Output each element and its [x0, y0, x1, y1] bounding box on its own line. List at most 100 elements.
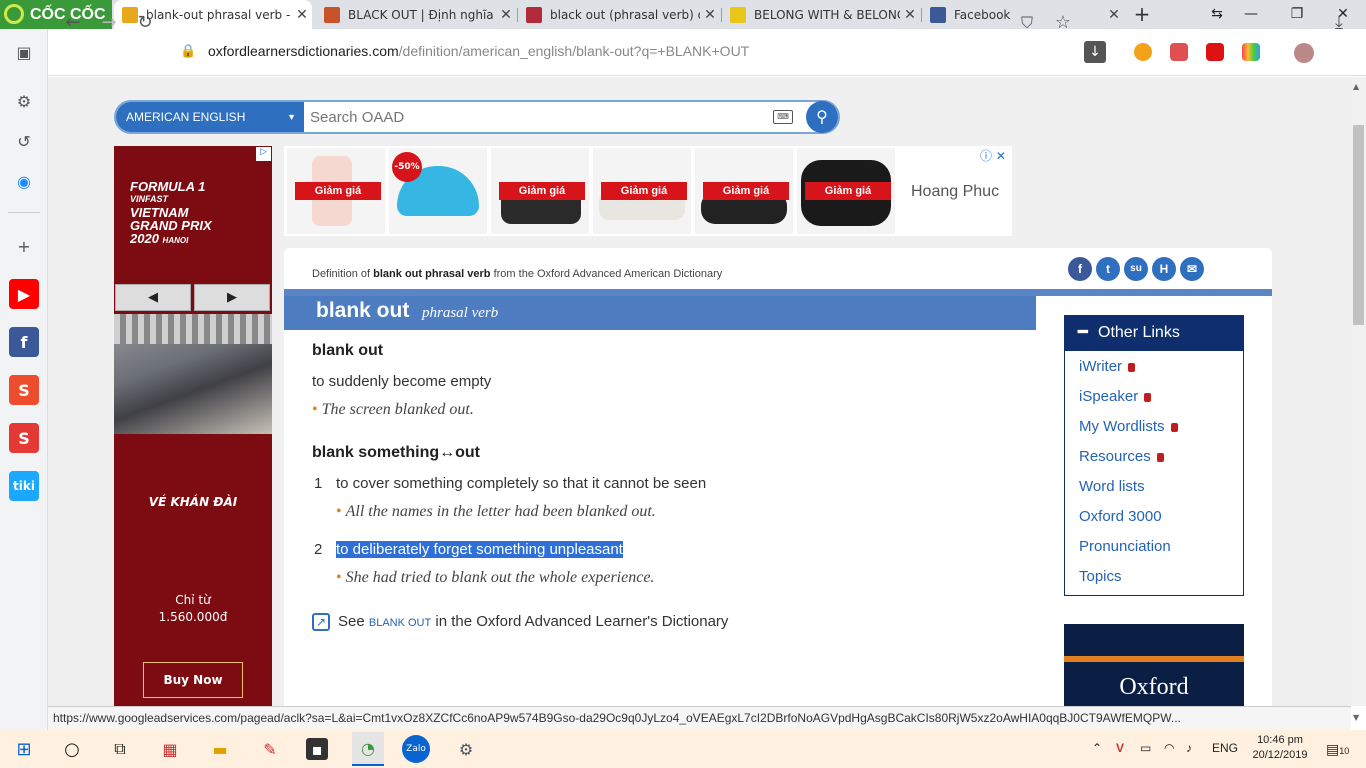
ad-next-button[interactable]: ▶	[194, 284, 270, 311]
discount-badge: -50%	[392, 152, 422, 182]
oxford-dictionary-ad[interactable]: Oxford	[1064, 624, 1244, 708]
language-indicator[interactable]: ENG	[1212, 741, 1238, 755]
messenger-icon[interactable]: ◉	[9, 166, 39, 196]
close-tab-icon[interactable]: ✕	[292, 7, 312, 23]
extension-red-icon[interactable]	[1206, 43, 1224, 61]
link-resources[interactable]: Resources	[1079, 448, 1164, 465]
facebook-favicon-icon	[930, 6, 946, 23]
extension-coccoc-icon[interactable]	[1134, 43, 1152, 61]
tab-belong-with[interactable]: BELONG WITH & BELONG T ✕	[722, 0, 920, 29]
search-button[interactable]: ⚲	[806, 101, 838, 133]
sidebar-toggle-icon[interactable]: ▣	[9, 37, 39, 67]
address-bar[interactable]: oxfordlearnersdictionaries.com/definitio…	[208, 43, 749, 59]
task-view-icon[interactable]: ⧉	[106, 735, 134, 763]
shopee-icon[interactable]: S	[9, 375, 39, 405]
downloads-icon[interactable]: ⤓	[1324, 8, 1354, 38]
minimize-button[interactable]: —	[1228, 0, 1274, 29]
close-tab-icon[interactable]: ✕	[1104, 7, 1124, 23]
share-stumbleupon-icon[interactable]: su	[1124, 257, 1148, 281]
show-hidden-icons[interactable]: ⌃	[1092, 741, 1102, 755]
ad-info-close-icon[interactable]: ⓘ ✕	[980, 147, 1006, 164]
sticky-notes-icon[interactable]: ▪	[306, 738, 328, 760]
back-arrow-icon[interactable]: ←	[58, 8, 88, 38]
tab-title: blank-out phrasal verb - De	[146, 7, 292, 22]
other-links-title: Other Links	[1098, 324, 1180, 341]
add-shortcut-icon[interactable]: +	[9, 231, 39, 261]
product-sneaker-white[interactable]: Giảm giá	[593, 148, 691, 234]
cortana-search-icon[interactable]: ○	[58, 735, 86, 763]
share-twitter-icon[interactable]: t	[1096, 257, 1120, 281]
see-also-link[interactable]: BLANK OUT	[369, 617, 431, 629]
download-page-icon[interactable]: ↓	[1084, 41, 1106, 63]
app-icon[interactable]: ⚙	[452, 735, 480, 763]
app-store-icon[interactable]: ▦	[156, 735, 184, 763]
share-email-icon[interactable]: ✉	[1180, 257, 1204, 281]
page-scrollbar[interactable]	[1351, 77, 1366, 706]
close-tab-icon[interactable]: ✕	[900, 7, 920, 23]
unikey-icon[interactable]: V	[1116, 741, 1124, 755]
coccoc-taskbar-icon[interactable]: ◔	[352, 732, 384, 766]
buy-now-button[interactable]: Buy Now	[143, 662, 243, 698]
wifi-icon[interactable]: ◠	[1164, 741, 1174, 755]
bookmark-star-icon[interactable]: ☆	[1048, 8, 1078, 38]
battery-icon[interactable]: ▭	[1140, 741, 1151, 755]
close-tab-icon[interactable]: ✕	[496, 7, 516, 23]
adchoices-icon[interactable]: ▷	[256, 147, 271, 161]
file-explorer-icon[interactable]: ▬	[206, 735, 234, 763]
link-ispeaker[interactable]: iSpeaker	[1079, 388, 1152, 405]
product-sneaker-black[interactable]: Giảm giá	[491, 148, 589, 234]
scroll-up-icon[interactable]: ▲	[1353, 82, 1359, 91]
link-topics[interactable]: Topics	[1079, 568, 1122, 585]
shield-icon[interactable]: ⛉	[1012, 8, 1042, 38]
facebook-icon[interactable]: f	[9, 327, 39, 357]
sense-2b-definition[interactable]: to deliberately forget something unpleas…	[336, 541, 623, 558]
volume-icon[interactable]: ♪	[1186, 741, 1192, 755]
history-icon[interactable]: ↺	[9, 126, 39, 156]
external-link-icon[interactable]: ↗	[312, 613, 330, 631]
product-boots[interactable]: Giảm giá	[287, 148, 385, 234]
dictionary-select[interactable]: AMERICAN ENGLISH ▼	[116, 102, 304, 132]
share-facebook-icon[interactable]: f	[1068, 257, 1092, 281]
ad-prev-button[interactable]: ◀	[115, 284, 191, 311]
scrollbar-thumb[interactable]	[1353, 125, 1364, 325]
notification-center-icon[interactable]: ▤10	[1326, 741, 1349, 758]
ad-stripe	[1064, 656, 1244, 662]
link-word-lists[interactable]: Word lists	[1079, 478, 1145, 495]
search-input[interactable]	[310, 106, 760, 128]
link-iwriter[interactable]: iWriter	[1079, 358, 1136, 375]
profile-avatar[interactable]	[1294, 43, 1314, 63]
tiki-icon[interactable]: tiki	[9, 471, 39, 501]
link-oxford-3000[interactable]: Oxford 3000	[1079, 508, 1162, 525]
youtube-icon[interactable]: ▶	[9, 279, 39, 309]
selected-text[interactable]: to deliberately forget something unpleas…	[336, 541, 623, 558]
share-hatena-icon[interactable]: H	[1152, 257, 1176, 281]
other-links-header[interactable]: ━ Other Links	[1064, 315, 1244, 351]
tab-black-out-macmillan[interactable]: black out (phrasal verb) def ✕	[518, 0, 720, 29]
lock-icon	[1170, 422, 1178, 432]
product-loafer[interactable]: Giảm giá	[797, 148, 895, 234]
sale-label: Giảm giá	[703, 182, 789, 200]
reload-icon[interactable]: ↻	[130, 8, 160, 38]
paint-app-icon[interactable]: ✎	[256, 735, 284, 763]
windows-start-icon[interactable]: ⊞	[10, 735, 38, 763]
forward-arrow-icon[interactable]: →	[94, 8, 124, 38]
extension-adblock-icon[interactable]	[1170, 43, 1188, 61]
lock-icon	[1128, 362, 1136, 372]
ad-brand[interactable]: Hoang Phuc	[911, 183, 999, 201]
extension-color-icon[interactable]	[1242, 43, 1260, 61]
sendo-icon[interactable]: S	[9, 423, 39, 453]
scroll-down-icon[interactable]: ▼	[1353, 713, 1359, 722]
link-my-wordlists[interactable]: My Wordlists	[1079, 418, 1178, 435]
restore-button[interactable]: ❐	[1274, 0, 1320, 29]
new-tab-button[interactable]: +	[1130, 2, 1154, 26]
settings-gear-icon[interactable]: ⚙	[9, 86, 39, 116]
headword: blank out	[316, 299, 410, 322]
link-pronunciation[interactable]: Pronunciation	[1079, 538, 1171, 555]
clock[interactable]: 10:46 pm 20/12/2019	[1250, 733, 1310, 763]
close-tab-icon[interactable]: ✕	[700, 7, 720, 23]
keyboard-icon[interactable]: ⌨	[773, 110, 793, 124]
tab-black-out-cambridge[interactable]: BLACK OUT | Định nghĩa tro ✕	[316, 0, 516, 29]
zalo-icon[interactable]: Zalo	[402, 735, 430, 763]
lock-icon[interactable]: 🔒	[180, 44, 196, 60]
product-shoe-black[interactable]: Giảm giá	[695, 148, 793, 234]
